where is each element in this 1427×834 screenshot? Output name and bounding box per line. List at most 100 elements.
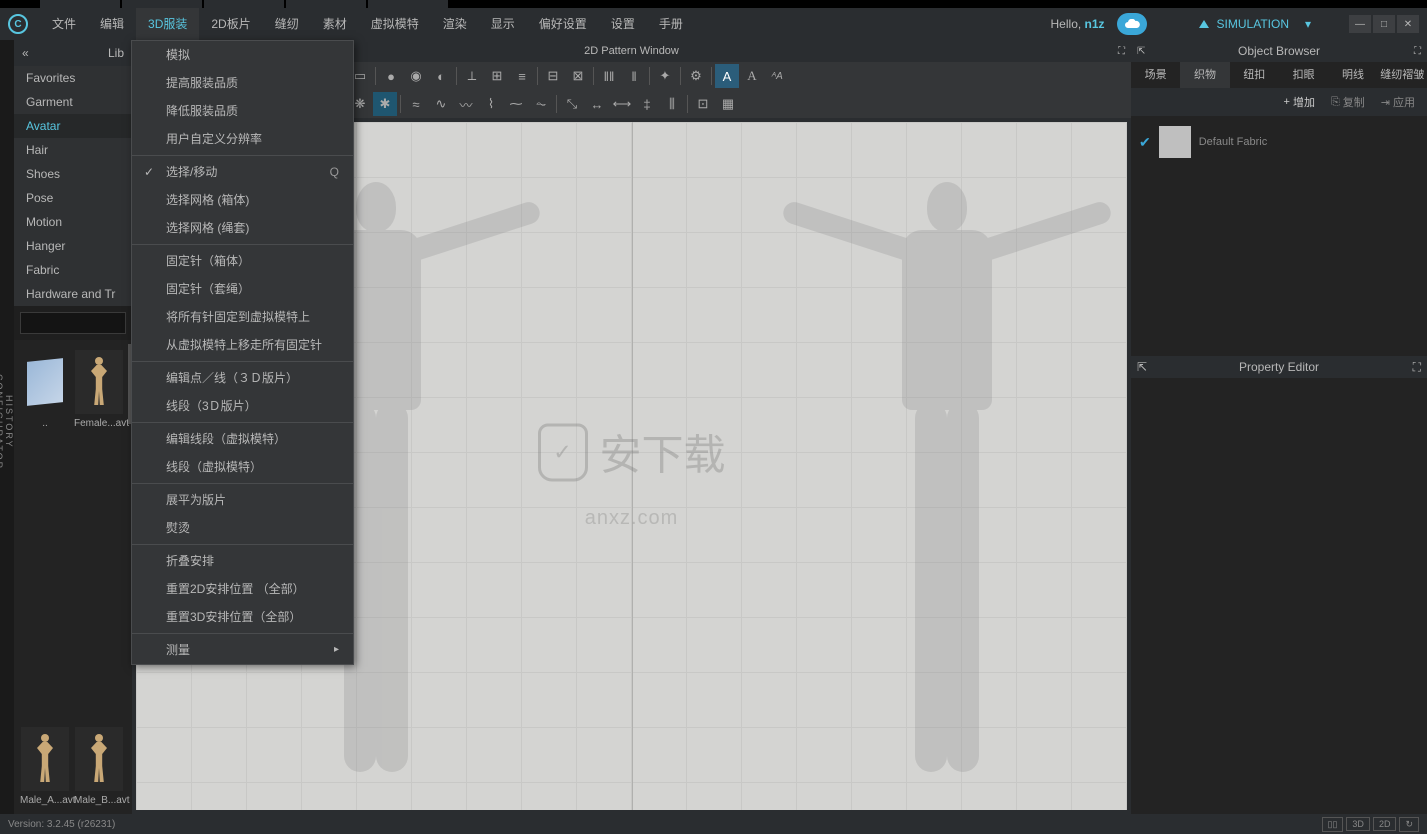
menu-偏好设置[interactable]: 偏好设置 (527, 8, 599, 40)
library-tab[interactable]: Hardware and Tr (14, 282, 132, 306)
copy-button[interactable]: ⎘ 复制 (1325, 92, 1371, 112)
menu-渲染[interactable]: 渲染 (431, 8, 479, 40)
add-button[interactable]: + 增加 (1278, 92, 1321, 112)
library-tab[interactable]: Hanger (14, 234, 132, 258)
check-icon[interactable]: ✔ (1139, 134, 1151, 151)
menu-item[interactable]: 重置2D安排位置 （全部） (132, 575, 353, 603)
tool-icon[interactable]: 〰 (454, 92, 478, 116)
collapse-icon[interactable]: « (22, 46, 29, 60)
menu-显示[interactable]: 显示 (479, 8, 527, 40)
tool-icon[interactable]: ‡ (635, 92, 659, 116)
apply-button[interactable]: ⇥ 应用 (1375, 92, 1421, 112)
tool-icon[interactable]: ∿ (429, 92, 453, 116)
pin-icon[interactable]: ⇱ (1137, 46, 1145, 57)
view-2d-button[interactable]: 2D (1373, 817, 1397, 831)
menu-item[interactable]: 展平为版片 (132, 486, 353, 514)
text-tool-icon[interactable]: ᴬA (765, 64, 789, 88)
menu-item[interactable]: 编辑线段（虚拟模特） (132, 425, 353, 453)
view-3d-button[interactable]: 3D (1346, 817, 1370, 831)
tool-icon[interactable]: ⫼ (660, 92, 684, 116)
text-tool-a-icon[interactable]: A (715, 64, 739, 88)
menu-item[interactable]: 线段（3Ｄ版片） (132, 392, 353, 420)
tool-icon[interactable]: ● (379, 64, 403, 88)
cloud-sync-button[interactable] (1117, 13, 1147, 35)
text-tool-icon[interactable]: A (740, 64, 764, 88)
view-toggle[interactable]: ▯▯ (1322, 817, 1344, 832)
menu-3D服装[interactable]: 3D服装 (136, 8, 199, 40)
refresh-icon[interactable]: ↻ (1399, 817, 1419, 832)
pin-icon[interactable]: ⇱ (1137, 360, 1147, 374)
object-browser-tab[interactable]: 织物 (1180, 62, 1229, 88)
fabric-item[interactable]: ✔ Default Fabric (1139, 124, 1419, 160)
library-search-input[interactable] (20, 312, 126, 334)
library-tab[interactable]: Fabric (14, 258, 132, 282)
library-tab[interactable]: Shoes (14, 162, 132, 186)
menu-item[interactable]: 将所有针固定到虚拟模特上 (132, 303, 353, 331)
expand-icon[interactable]: ⛶ (1414, 46, 1421, 57)
tool-icon[interactable]: ◉ (404, 64, 428, 88)
menu-素材[interactable]: 素材 (311, 8, 359, 40)
tool-icon[interactable]: ⤡ (560, 92, 584, 116)
menu-item[interactable]: 模拟 (132, 41, 353, 69)
menu-item[interactable]: 折叠安排 (132, 547, 353, 575)
object-browser-tab[interactable]: 扣眼 (1279, 62, 1328, 88)
tool-icon[interactable]: ⊡ (691, 92, 715, 116)
menu-2D板片[interactable]: 2D板片 (199, 8, 262, 40)
menu-item[interactable]: 熨烫 (132, 514, 353, 542)
tool-icon[interactable]: ≈ (404, 92, 428, 116)
menu-设置[interactable]: 设置 (599, 8, 647, 40)
menu-item[interactable]: 提高服装品质 (132, 69, 353, 97)
configurator-tab[interactable]: CONFIGURATOR (0, 60, 4, 784)
library-tab[interactable]: Avatar (14, 114, 132, 138)
tool-icon[interactable]: ‖‖ (597, 64, 621, 88)
library-item[interactable]: .. (20, 350, 70, 429)
tool-icon[interactable]: ‖ (622, 64, 646, 88)
menu-item[interactable]: 从虚拟模特上移走所有固定针 (132, 331, 353, 359)
menu-item[interactable]: 测量▸ (132, 636, 353, 664)
library-item[interactable]: Female...avt (74, 350, 124, 429)
menu-编辑[interactable]: 编辑 (88, 8, 136, 40)
object-browser-tab[interactable]: 场景 (1131, 62, 1180, 88)
menu-item[interactable]: 用户自定义分辨率 (132, 125, 353, 153)
maximize-button[interactable]: □ (1373, 15, 1395, 33)
library-tab[interactable]: Favorites (14, 66, 132, 90)
tool-icon[interactable]: ⏦ (529, 92, 553, 116)
object-browser-tab[interactable]: 缝纫褶皱 (1378, 62, 1427, 88)
expand-icon[interactable]: ⛶ (1118, 46, 1125, 57)
tool-icon[interactable]: ⁓ (504, 92, 528, 116)
close-button[interactable]: ✕ (1397, 15, 1419, 33)
tool-icon[interactable]: ⌇ (479, 92, 503, 116)
menu-缝纫[interactable]: 缝纫 (263, 8, 311, 40)
tool-icon[interactable]: ✱ (373, 92, 397, 116)
menu-虚拟模特[interactable]: 虚拟模特 (359, 8, 431, 40)
menu-item[interactable]: 选择网格 (箱体) (132, 186, 353, 214)
library-item[interactable]: Male_B...avt (74, 727, 124, 806)
library-tab[interactable]: Garment (14, 90, 132, 114)
menu-手册[interactable]: 手册 (647, 8, 695, 40)
library-item[interactable]: Male_A...avt (20, 727, 70, 806)
simulation-mode-button[interactable]: SIMULATION (1187, 12, 1319, 36)
history-tab[interactable]: HISTORY (4, 60, 14, 784)
tool-icon[interactable]: ✦ (653, 64, 677, 88)
library-tab[interactable]: Motion (14, 210, 132, 234)
menu-item[interactable]: 选择/移动Q (132, 158, 353, 186)
tool-icon[interactable]: ◐ (429, 64, 453, 88)
menu-item[interactable]: 固定针（箱体） (132, 247, 353, 275)
tool-icon[interactable]: ⟷ (610, 92, 634, 116)
tool-icon[interactable]: ⊠ (566, 64, 590, 88)
menu-文件[interactable]: 文件 (40, 8, 88, 40)
tool-icon[interactable]: ↔ (585, 92, 609, 116)
object-browser-tab[interactable]: 明线 (1328, 62, 1377, 88)
menu-item[interactable]: 降低服装品质 (132, 97, 353, 125)
menu-item[interactable]: 选择网格 (绳套) (132, 214, 353, 242)
library-tab[interactable]: Pose (14, 186, 132, 210)
tool-icon[interactable]: ⊟ (541, 64, 565, 88)
menu-item[interactable]: 固定针（套绳） (132, 275, 353, 303)
minimize-button[interactable]: — (1349, 15, 1371, 33)
object-browser-tab[interactable]: 纽扣 (1230, 62, 1279, 88)
tool-icon[interactable]: ⊞ (485, 64, 509, 88)
library-tab[interactable]: Hair (14, 138, 132, 162)
tool-icon[interactable]: ▦ (716, 92, 740, 116)
menu-item[interactable]: 线段（虚拟模特） (132, 453, 353, 481)
menu-item[interactable]: 编辑点／线（３Ｄ版片） (132, 364, 353, 392)
